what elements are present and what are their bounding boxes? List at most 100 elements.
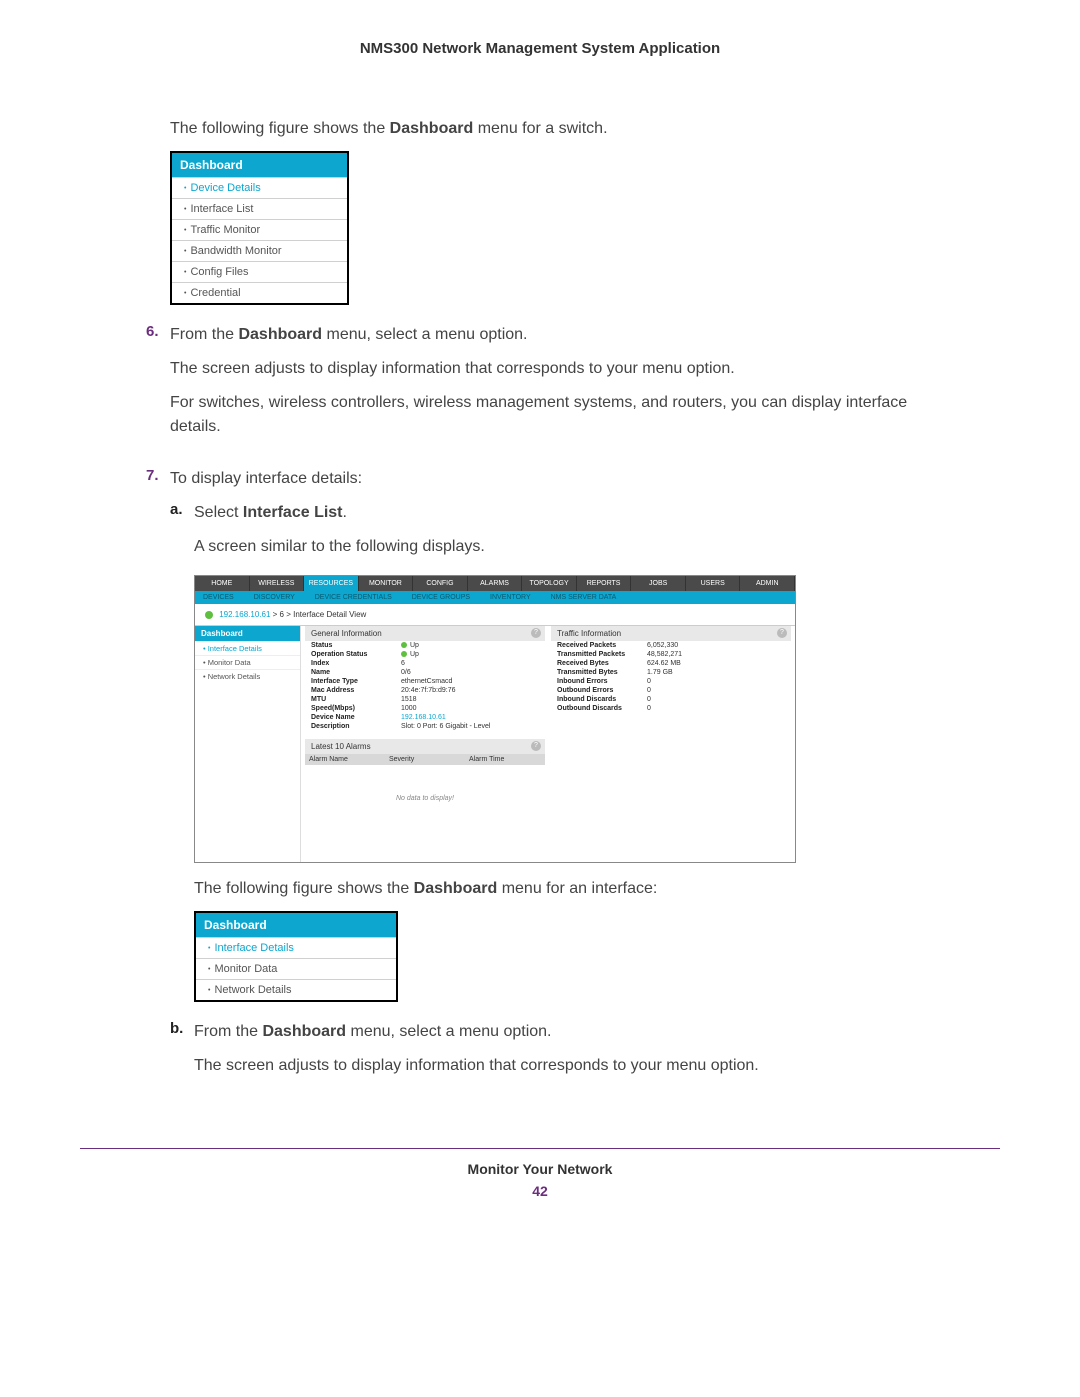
value: 1.79 GB xyxy=(647,669,785,676)
value: 20:4e:7f:7b:d9:76 xyxy=(401,687,539,694)
tab-monitor[interactable]: MONITOR xyxy=(359,576,414,591)
dashboard-menu-figure-2: Dashboard Interface Details Monitor Data… xyxy=(194,911,398,1002)
tab-home[interactable]: HOME xyxy=(195,576,250,591)
help-icon[interactable]: ? xyxy=(777,628,787,638)
text: menu, select a menu option. xyxy=(346,1023,551,1040)
value: 0 xyxy=(647,696,785,703)
col-header: Alarm Time xyxy=(465,754,545,765)
page-footer: Monitor Your Network 42 xyxy=(80,1148,1000,1199)
value: 624.62 MB xyxy=(647,660,785,667)
label: Index xyxy=(311,660,401,667)
app-screenshot: HOME WIRELESS RESOURCES MONITOR CONFIG A… xyxy=(194,575,796,863)
menu-item[interactable]: Bandwidth Monitor xyxy=(172,240,347,261)
menu-item[interactable]: Interface List xyxy=(172,198,347,219)
col-header: Severity xyxy=(385,754,465,765)
tab-alarms[interactable]: ALARMS xyxy=(468,576,523,591)
tab-users[interactable]: USERS xyxy=(686,576,741,591)
substep-text: A screen similar to the following displa… xyxy=(194,535,485,559)
subtab[interactable]: INVENTORY xyxy=(490,594,531,601)
subtab[interactable]: NMS SERVER DATA xyxy=(551,594,617,601)
panel-header: Traffic Information? xyxy=(551,626,791,641)
value: 0 xyxy=(647,678,785,685)
subtab[interactable]: DEVICE CREDENTIALS xyxy=(315,594,392,601)
menu-item[interactable]: Config Files xyxy=(172,261,347,282)
panel-header: General Information? xyxy=(305,626,545,641)
menu-item[interactable]: Credential xyxy=(172,282,347,303)
panel-title: Traffic Information xyxy=(557,629,621,638)
general-info-panel: General Information? StatusUp Operation … xyxy=(305,626,545,862)
label: Received Packets xyxy=(557,642,647,649)
substep-text: The screen adjusts to display informatio… xyxy=(194,1054,759,1078)
table-header: Alarm Name Severity Alarm Time xyxy=(305,754,545,765)
empty-message: No data to display! xyxy=(305,765,545,862)
breadcrumb: 192.168.10.61 > 6 > Interface Detail Vie… xyxy=(195,604,795,626)
step-text: For switches, wireless controllers, wire… xyxy=(170,391,960,439)
label: Received Bytes xyxy=(557,660,647,667)
value: ethernetCsmacd xyxy=(401,678,539,685)
text-bold: Dashboard xyxy=(238,326,322,343)
footer-page-number: 42 xyxy=(80,1183,1000,1199)
step-text: To display interface details: xyxy=(170,467,960,491)
value-link[interactable]: 192.168.10.61 xyxy=(401,714,539,721)
label: Inbound Errors xyxy=(557,678,647,685)
substep-text: Select Interface List. xyxy=(194,501,485,525)
value: Up xyxy=(401,642,539,649)
sidebar-item-label: Interface Details xyxy=(208,644,262,653)
text: From the xyxy=(194,1023,262,1040)
help-icon[interactable]: ? xyxy=(531,628,541,638)
substep-text: From the Dashboard menu, select a menu o… xyxy=(194,1020,759,1044)
text: menu for a switch. xyxy=(473,120,607,137)
value: 0 xyxy=(647,687,785,694)
label: Device Name xyxy=(311,714,401,721)
col-header: Alarm Name xyxy=(305,754,385,765)
subtab[interactable]: DISCOVERY xyxy=(254,594,295,601)
text-bold: Dashboard xyxy=(414,880,498,897)
step-text: The screen adjusts to display informatio… xyxy=(170,357,960,381)
sidebar-item[interactable]: • Monitor Data xyxy=(195,655,300,669)
menu-item[interactable]: Interface Details xyxy=(196,937,396,958)
panel-title: General Information xyxy=(311,629,382,638)
top-nav: HOME WIRELESS RESOURCES MONITOR CONFIG A… xyxy=(195,576,795,591)
sub-nav: DEVICES DISCOVERY DEVICE CREDENTIALS DEV… xyxy=(195,591,795,604)
value: 1000 xyxy=(401,705,539,712)
label: Status xyxy=(311,642,401,649)
menu-header: Dashboard xyxy=(196,913,396,937)
label: Mac Address xyxy=(311,687,401,694)
tab-jobs[interactable]: JOBS xyxy=(631,576,686,591)
sidebar-item-label: Network Details xyxy=(208,672,261,681)
text: The following figure shows the xyxy=(194,880,414,897)
label: Outbound Discards xyxy=(557,705,647,712)
text: From the xyxy=(170,326,238,343)
sidebar-item[interactable]: • Interface Details xyxy=(195,641,300,655)
breadcrumb-ip[interactable]: 192.168.10.61 xyxy=(219,610,270,619)
panel-header: Latest 10 Alarms? xyxy=(305,739,545,754)
text: menu for an interface: xyxy=(497,880,657,897)
tab-reports[interactable]: REPORTS xyxy=(577,576,632,591)
sidebar-header: Dashboard xyxy=(195,626,300,641)
help-icon[interactable]: ? xyxy=(531,741,541,751)
menu-item[interactable]: Monitor Data xyxy=(196,958,396,979)
label: Transmitted Packets xyxy=(557,651,647,658)
para: The following figure shows the Dashboard… xyxy=(194,877,960,901)
sidebar-item[interactable]: • Network Details xyxy=(195,669,300,683)
value-text: Up xyxy=(410,642,419,649)
tab-resources[interactable]: RESOURCES xyxy=(304,576,359,591)
tab-topology[interactable]: TOPOLOGY xyxy=(522,576,577,591)
value: Up xyxy=(401,651,539,658)
menu-item[interactable]: Network Details xyxy=(196,979,396,1000)
menu-item[interactable]: Device Details xyxy=(172,177,347,198)
panel-title: Latest 10 Alarms xyxy=(311,742,371,751)
subtab[interactable]: DEVICES xyxy=(203,594,234,601)
subtab[interactable]: DEVICE GROUPS xyxy=(412,594,470,601)
dashboard-menu-figure: Dashboard Device Details Interface List … xyxy=(170,151,349,305)
text: . xyxy=(343,504,347,521)
text-bold: Dashboard xyxy=(262,1023,346,1040)
value: 6,052,330 xyxy=(647,642,785,649)
intro-para: The following figure shows the Dashboard… xyxy=(170,117,960,141)
menu-item[interactable]: Traffic Monitor xyxy=(172,219,347,240)
tab-config[interactable]: CONFIG xyxy=(413,576,468,591)
label: Description xyxy=(311,723,401,730)
status-dot-icon xyxy=(205,611,213,619)
tab-wireless[interactable]: WIRELESS xyxy=(250,576,305,591)
tab-admin[interactable]: ADMIN xyxy=(740,576,795,591)
